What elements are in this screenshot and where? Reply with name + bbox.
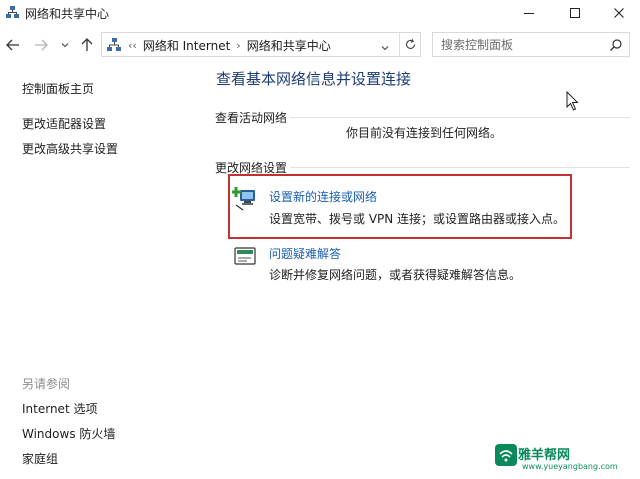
maximize-button[interactable] xyxy=(553,0,597,26)
troubleshoot-description: 诊断并修复网络问题，或者获得疑难解答信息。 xyxy=(269,268,522,282)
forward-arrow-icon xyxy=(35,39,48,51)
up-arrow-icon xyxy=(81,38,93,51)
highlight-annotation-box xyxy=(228,174,572,239)
address-history-dropdown[interactable] xyxy=(380,38,390,57)
up-button[interactable] xyxy=(79,36,95,54)
breadcrumb-overflow[interactable]: ‹‹ xyxy=(128,39,137,52)
change-advanced-sharing-link[interactable]: 更改高级共享设置 xyxy=(22,140,118,157)
minimize-icon xyxy=(524,13,534,14)
control-panel-icon xyxy=(106,37,122,53)
close-icon xyxy=(614,8,624,18)
change-adapter-settings-link[interactable]: 更改适配器设置 xyxy=(22,115,106,132)
breadcrumb: ‹‹ 网络和 Internet › 网络和共享中心 xyxy=(128,37,331,54)
chevron-down-icon xyxy=(61,43,69,48)
breadcrumb-network-internet[interactable]: 网络和 Internet xyxy=(143,37,230,54)
breadcrumb-network-sharing-center[interactable]: 网络和共享中心 xyxy=(247,37,331,54)
maximize-icon xyxy=(570,8,580,18)
see-also-heading: 另请参阅 xyxy=(22,377,71,391)
network-center-icon xyxy=(5,5,20,20)
homegroup-link[interactable]: 家庭组 xyxy=(22,450,58,467)
watermark-text: 雅羊帮网 xyxy=(518,448,571,463)
windows-firewall-link[interactable]: Windows 防火墙 xyxy=(22,425,115,442)
watermark-logo-icon xyxy=(493,440,519,474)
back-arrow-icon xyxy=(6,39,19,51)
minimize-button[interactable] xyxy=(507,0,551,26)
watermark-url: www.yueyangbang.com xyxy=(522,462,618,471)
forward-button[interactable] xyxy=(33,36,49,54)
refresh-icon xyxy=(405,38,415,50)
window-title: 网络和共享中心 xyxy=(25,7,110,21)
internet-options-link[interactable]: Internet 选项 xyxy=(22,400,97,417)
refresh-button[interactable] xyxy=(399,33,420,56)
chevron-down-icon xyxy=(381,46,389,51)
no-network-status: 你目前没有连接到任何网络。 xyxy=(346,126,503,140)
search-icon[interactable] xyxy=(609,37,623,56)
mouse-cursor-icon xyxy=(566,90,579,115)
network-sharing-center-window: 网络和共享中心 ‹‹ 网络和 Internet › 网络和共享中心 搜索控制面板… xyxy=(0,0,640,479)
troubleshoot-problems-link[interactable]: 问题疑难解答 xyxy=(269,245,341,262)
address-bar[interactable]: ‹‹ 网络和 Internet › 网络和共享中心 xyxy=(101,32,421,57)
troubleshoot-icon[interactable] xyxy=(234,247,256,271)
section-divider xyxy=(290,117,630,118)
active-networks-heading: 查看活动网络 xyxy=(215,109,291,126)
breadcrumb-separator[interactable]: › xyxy=(236,39,240,52)
page-title: 查看基本网络信息并设置连接 xyxy=(216,70,412,88)
control-panel-home-link[interactable]: 控制面板主页 xyxy=(22,80,94,97)
section-divider xyxy=(290,167,630,168)
title-bar: 网络和共享中心 xyxy=(0,0,640,26)
recent-locations-dropdown[interactable] xyxy=(60,36,70,54)
search-box[interactable] xyxy=(432,32,630,57)
search-input[interactable] xyxy=(441,36,601,54)
close-button[interactable] xyxy=(597,0,640,26)
back-button[interactable] xyxy=(5,36,21,54)
